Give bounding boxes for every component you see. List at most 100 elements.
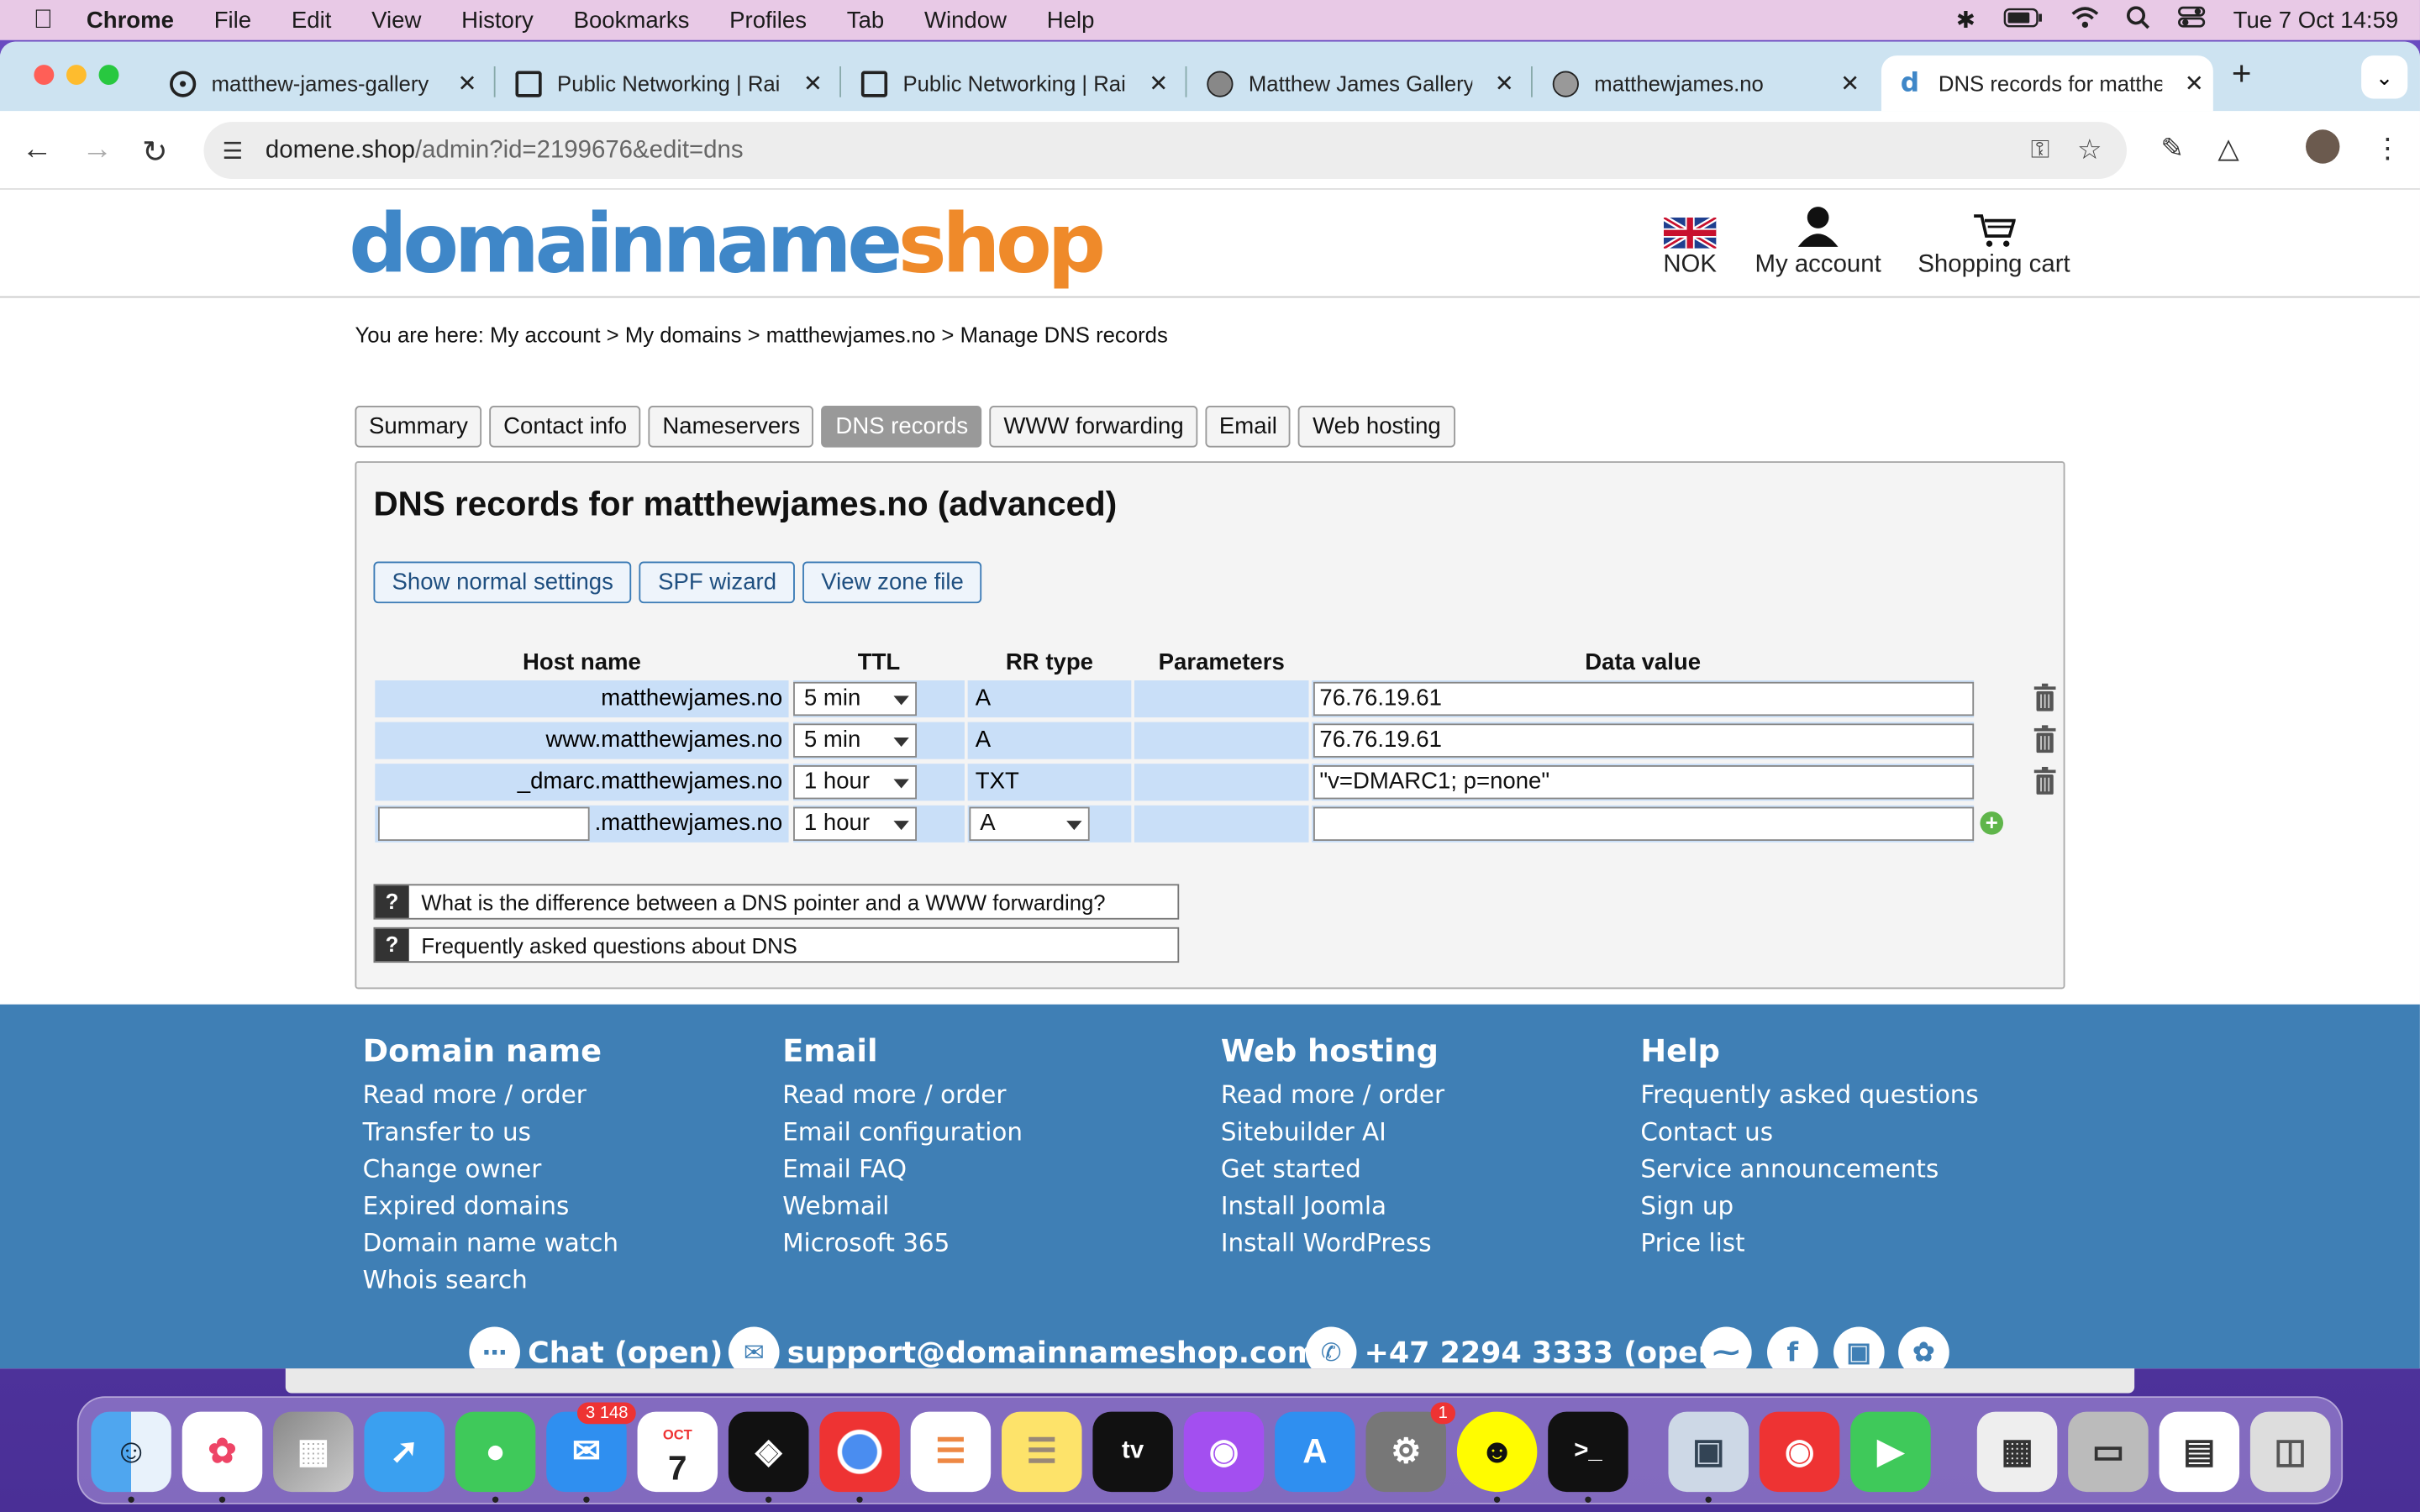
photo-booth-icon[interactable]: ◉ xyxy=(1759,1411,1840,1493)
cube-app-icon[interactable]: ◈ xyxy=(728,1411,809,1493)
reload-icon[interactable]: ↻ xyxy=(142,133,168,171)
trash-icon[interactable]: ◫ xyxy=(2249,1411,2331,1493)
footer-link[interactable]: Email configuration xyxy=(782,1114,1023,1151)
preview-icon[interactable]: ▣ xyxy=(1668,1411,1749,1493)
site-logo[interactable]: domainnameshop xyxy=(349,198,1106,291)
footer-link[interactable]: Webmail xyxy=(782,1188,1023,1225)
site-info-icon[interactable]: ☰ xyxy=(222,137,253,164)
footer-link[interactable]: Get started xyxy=(1221,1151,1444,1188)
footer-link[interactable]: Whois search xyxy=(363,1262,618,1299)
instagram-icon[interactable]: ▣ xyxy=(1833,1326,1885,1369)
tab-nameservers[interactable]: Nameservers xyxy=(648,406,814,448)
back-icon[interactable]: ← xyxy=(22,133,53,168)
phone-link[interactable]: ✆ +47 2294 3333 (open) xyxy=(1305,1326,1733,1369)
footer-link[interactable]: Microsoft 365 xyxy=(782,1225,1023,1262)
system-settings-icon[interactable]: ⚙ 1 xyxy=(1365,1402,1456,1493)
photos-icon[interactable]: ✿ xyxy=(182,1411,263,1493)
faq-dns-vs-forwarding[interactable]: ? What is the difference between a DNS p… xyxy=(373,884,1180,920)
menu-bookmarks[interactable]: Bookmarks xyxy=(574,7,690,33)
tab-3[interactable]: Public Networking | Rail ✕ xyxy=(846,55,1178,111)
bluetooth-icon[interactable]: ✱ xyxy=(1956,6,1975,34)
menu-app-name[interactable]: Chrome xyxy=(87,7,174,33)
forward-icon[interactable]: → xyxy=(82,133,113,168)
footer-link[interactable]: Read more / order xyxy=(1221,1077,1444,1114)
recent-folder-icon[interactable]: ▭ xyxy=(2068,1411,2149,1493)
footer-link[interactable]: Change owner xyxy=(363,1151,618,1188)
wifi-icon[interactable] xyxy=(2071,6,2099,34)
delete-record-icon[interactable] xyxy=(2033,683,2057,711)
footer-link[interactable]: Expired domains xyxy=(363,1188,618,1225)
data-value-input[interactable]: 76.76.19.61 xyxy=(1313,723,1975,758)
footer-link[interactable]: Read more / order xyxy=(782,1077,1023,1114)
chat-link[interactable]: ⋯ Chat (open) xyxy=(469,1326,723,1369)
mail-app-icon[interactable]: ✉ 3 148 xyxy=(546,1402,636,1493)
footer-link[interactable]: Frequently asked questions xyxy=(1640,1077,1978,1114)
notes-icon[interactable]: ☰ xyxy=(1002,1411,1082,1493)
recent-document-icon[interactable]: ▦ xyxy=(1976,1411,2058,1493)
footer-link[interactable]: Price list xyxy=(1640,1225,1978,1262)
profile-avatar[interactable] xyxy=(2306,129,2340,164)
zoom-window-button[interactable] xyxy=(98,65,119,86)
app-store-icon[interactable]: A xyxy=(1275,1411,1355,1493)
spf-wizard-button[interactable]: SPF wizard xyxy=(639,561,796,604)
view-zone-file-button[interactable]: View zone file xyxy=(802,561,982,604)
close-tab-icon[interactable]: ✕ xyxy=(2185,70,2204,97)
ttl-select[interactable]: 5 min xyxy=(793,723,917,758)
my-account-link[interactable]: My account xyxy=(1753,205,1882,279)
menu-history[interactable]: History xyxy=(461,7,534,33)
shopping-cart-link[interactable]: Shopping cart xyxy=(1914,205,2075,279)
terminal-icon[interactable]: >_ xyxy=(1548,1411,1628,1493)
footer-link[interactable]: Domain name watch xyxy=(363,1225,618,1262)
finder-icon[interactable]: ☺ xyxy=(91,1411,171,1493)
footer-link[interactable]: Sitebuilder AI xyxy=(1221,1114,1444,1151)
tab-1[interactable]: ● matthew-james-gallery ✕ xyxy=(155,55,487,111)
show-normal-settings-button[interactable]: Show normal settings xyxy=(373,561,632,604)
footer-link[interactable]: Install Joomla xyxy=(1221,1188,1444,1225)
url-text[interactable]: domene.shop/admin?id=2199676&edit=dns xyxy=(266,137,744,165)
tab-5[interactable]: matthewjames.no ✕ xyxy=(1537,55,1869,111)
close-tab-icon[interactable]: ✕ xyxy=(1840,70,1860,97)
control-center-icon[interactable] xyxy=(2178,6,2206,34)
footer-link[interactable]: Email FAQ xyxy=(782,1151,1023,1188)
more-menu-icon[interactable]: ⋮ xyxy=(2374,133,2402,165)
address-bar[interactable]: ☰ domene.shop/admin?id=2199676&edit=dns … xyxy=(203,122,2127,180)
footer-link[interactable]: Read more / order xyxy=(363,1077,618,1114)
password-key-icon[interactable]: ⚿ xyxy=(2031,137,2049,165)
ttl-select[interactable]: 5 min xyxy=(793,681,917,717)
bluesky-icon[interactable]: ✿ xyxy=(1898,1326,1949,1369)
menu-help[interactable]: Help xyxy=(1047,7,1095,33)
footer-link[interactable]: Sign up xyxy=(1640,1188,1978,1225)
new-data-value-input[interactable] xyxy=(1313,806,1975,842)
menu-tab[interactable]: Tab xyxy=(847,7,884,33)
apple-icon[interactable]:  xyxy=(0,5,87,36)
close-tab-icon[interactable]: ✕ xyxy=(1149,70,1168,97)
battery-icon[interactable] xyxy=(2003,7,2044,33)
new-rr-type-select[interactable]: A xyxy=(969,806,1090,842)
data-value-input[interactable]: 76.76.19.61 xyxy=(1313,681,1975,717)
safari-icon[interactable]: ➚ xyxy=(364,1411,445,1493)
delete-record-icon[interactable] xyxy=(2033,725,2057,753)
close-window-button[interactable] xyxy=(34,65,55,86)
tab-4[interactable]: Matthew James Gallery ✕ xyxy=(1192,55,1523,111)
menu-clock[interactable]: Tue 7 Oct 14:59 xyxy=(2233,7,2399,33)
footer-link[interactable]: Contact us xyxy=(1640,1114,1978,1151)
calendar-icon[interactable]: OCT 7 xyxy=(637,1411,718,1493)
footer-link[interactable]: Transfer to us xyxy=(363,1114,618,1151)
extensions-puzzle-icon[interactable]: △ xyxy=(2217,133,2238,165)
new-ttl-select[interactable]: 1 hour xyxy=(793,806,917,842)
tab-contact-info[interactable]: Contact info xyxy=(489,406,641,448)
menu-profiles[interactable]: Profiles xyxy=(729,7,807,33)
menu-window[interactable]: Window xyxy=(924,7,1007,33)
footer-link[interactable]: Install WordPress xyxy=(1221,1225,1444,1262)
reminders-icon[interactable]: ☰ xyxy=(910,1411,992,1493)
close-tab-icon[interactable]: ✕ xyxy=(457,70,476,97)
launchpad-icon[interactable]: ▦ xyxy=(273,1411,354,1493)
apple-tv-icon[interactable]: tv xyxy=(1092,1411,1173,1493)
faq-dns-questions[interactable]: ? Frequently asked questions about DNS xyxy=(373,927,1180,963)
facebook-icon[interactable]: f xyxy=(1767,1326,1818,1369)
snapchat-icon[interactable]: ☻ xyxy=(1456,1411,1538,1493)
podcasts-icon[interactable]: ◉ xyxy=(1183,1411,1265,1493)
delete-record-icon[interactable] xyxy=(2033,766,2057,795)
support-email-link[interactable]: ✉ support@domainnameshop.com xyxy=(728,1326,1318,1369)
tab-search-button[interactable]: ⌄ xyxy=(2361,55,2408,99)
